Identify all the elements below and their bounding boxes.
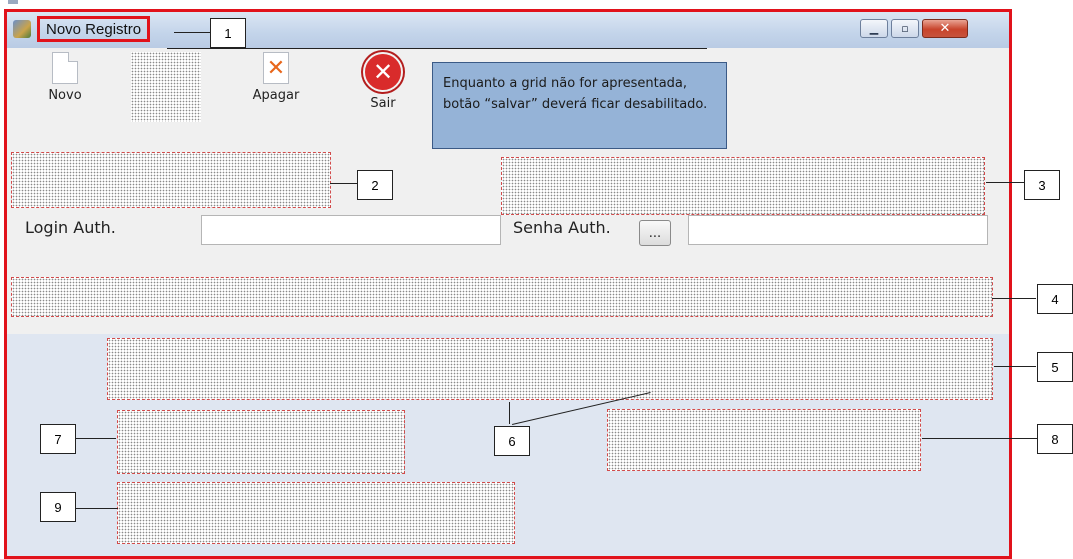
toolbar-sair-button[interactable]: ✕ Sair xyxy=(357,52,409,111)
callout-line-2 xyxy=(330,183,358,184)
callout-line-3 xyxy=(986,182,1024,183)
window-title: Novo Registro xyxy=(37,16,151,42)
close-icon: ✕ xyxy=(939,21,951,36)
masked-field-9[interactable] xyxy=(117,482,515,544)
masked-field-8[interactable] xyxy=(607,409,921,471)
maximize-icon: ▫ xyxy=(901,22,909,35)
toolbar-novo-label: Novo xyxy=(48,88,82,103)
callout-5: 5 xyxy=(1037,352,1073,382)
callout-2: 2 xyxy=(357,170,393,200)
app-icon xyxy=(13,20,31,38)
masked-field-5[interactable] xyxy=(107,338,993,400)
minimize-icon: ▁ xyxy=(869,22,879,35)
title-underline xyxy=(167,48,707,49)
callout-line-9 xyxy=(76,508,118,509)
delete-icon: ✕ xyxy=(263,52,289,84)
masked-field-3[interactable] xyxy=(501,157,985,215)
senha-ellipsis-button[interactable]: ... xyxy=(639,220,671,246)
callout-line-5 xyxy=(994,366,1036,367)
masked-field-2[interactable] xyxy=(11,152,331,208)
callout-6: 6 xyxy=(494,426,530,456)
callout-9: 9 xyxy=(40,492,76,522)
callout-line-1 xyxy=(174,32,210,33)
app-window: Novo Registro ▁ ▫ ✕ Novo ✕ Apagar ✕ Sair… xyxy=(4,9,1012,559)
masked-field-4[interactable] xyxy=(11,277,993,317)
maximize-button[interactable]: ▫ xyxy=(891,19,919,38)
cut-off-icon xyxy=(8,0,18,4)
toolbar-novo-button[interactable]: Novo xyxy=(41,52,89,103)
document-canvas: Novo Registro ▁ ▫ ✕ Novo ✕ Apagar ✕ Sair… xyxy=(0,0,1073,559)
callout-8: 8 xyxy=(1037,424,1073,454)
masked-toolbar-button[interactable] xyxy=(131,52,201,122)
annotation-note: Enquanto a grid não for apresentada, bot… xyxy=(432,62,727,149)
callout-line-8 xyxy=(922,438,1040,439)
callout-7: 7 xyxy=(40,424,76,454)
close-button[interactable]: ✕ xyxy=(922,19,968,38)
senha-input[interactable] xyxy=(688,215,988,245)
senha-label: Senha Auth. xyxy=(513,218,611,237)
login-input[interactable] xyxy=(201,215,501,245)
callout-line-4 xyxy=(992,298,1036,299)
callout-3: 3 xyxy=(1024,170,1060,200)
title-bar: Novo Registro ▁ ▫ ✕ xyxy=(7,12,1009,48)
callout-line-7 xyxy=(74,438,116,439)
login-label: Login Auth. xyxy=(25,218,116,237)
callout-1: 1 xyxy=(210,18,246,48)
exit-icon: ✕ xyxy=(363,52,403,92)
masked-field-7[interactable] xyxy=(117,410,405,474)
toolbar-apagar-label: Apagar xyxy=(252,88,300,103)
toolbar-apagar-button[interactable]: ✕ Apagar xyxy=(243,52,309,103)
minimize-button[interactable]: ▁ xyxy=(860,19,888,38)
callout-4: 4 xyxy=(1037,284,1073,314)
new-document-icon xyxy=(52,52,78,84)
toolbar-sair-label: Sair xyxy=(370,96,396,111)
callout-line-6a xyxy=(509,402,510,424)
